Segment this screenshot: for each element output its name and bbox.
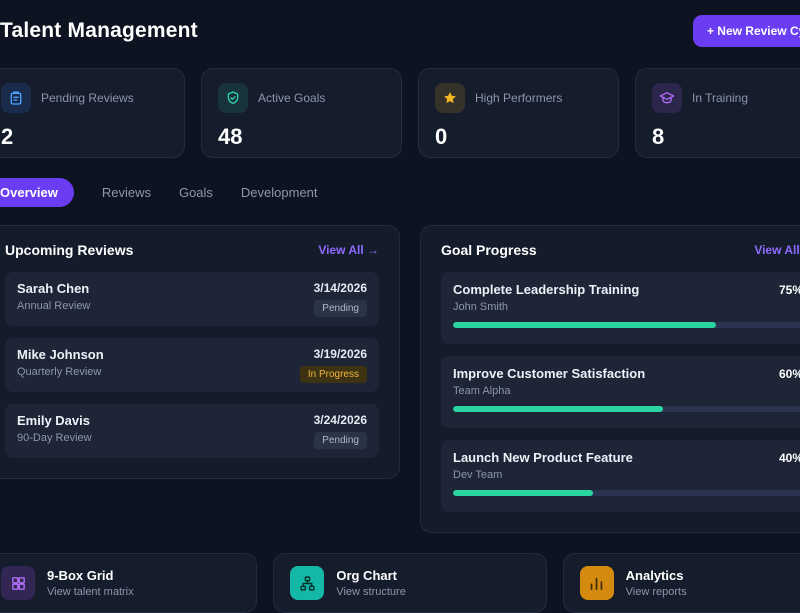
stat-card-active-goals: Active Goals 48 xyxy=(201,68,402,158)
progress-track xyxy=(453,490,800,496)
stat-card-high-performers: High Performers 0 xyxy=(418,68,619,158)
progress-fill xyxy=(453,490,593,496)
quick-action-title: 9-Box Grid xyxy=(47,568,134,583)
graduation-icon xyxy=(652,83,682,113)
review-row[interactable]: Emily Davis 90-Day Review 3/24/2026 Pend… xyxy=(5,404,379,458)
stat-card-pending-reviews: Pending Reviews 2 xyxy=(0,68,185,158)
goal-row[interactable]: Complete Leadership Training 75% John Sm… xyxy=(441,272,800,344)
stat-value: 2 xyxy=(1,124,168,150)
progress-track xyxy=(453,322,800,328)
stats-row: Pending Reviews 2 Active Goals 48 High P… xyxy=(0,68,800,158)
goal-owner: John Smith xyxy=(453,301,800,313)
stat-value: 48 xyxy=(218,124,385,150)
talent-dashboard: Talent Management + New Review Cycle Pen… xyxy=(0,0,800,613)
goal-title: Launch New Product Feature xyxy=(453,450,633,465)
review-name: Mike Johnson xyxy=(17,347,104,362)
org-chart-icon xyxy=(290,566,324,600)
goal-owner: Dev Team xyxy=(453,469,800,481)
upcoming-reviews-panel: Upcoming Reviews View All → Sarah Chen A… xyxy=(0,225,400,479)
grid-icon xyxy=(1,566,35,600)
org-chart-card[interactable]: Org Chart View structure xyxy=(273,553,546,613)
new-review-cycle-button[interactable]: + New Review Cycle xyxy=(693,15,800,47)
nine-box-grid-card[interactable]: 9-Box Grid View talent matrix xyxy=(0,553,257,613)
goal-progress-panel: Goal Progress View All → Complete Leader… xyxy=(420,225,800,533)
stat-label: Active Goals xyxy=(258,91,325,105)
tab-reviews[interactable]: Reviews xyxy=(102,178,151,207)
review-name: Emily Davis xyxy=(17,413,92,428)
star-icon xyxy=(435,83,465,113)
status-badge: Pending xyxy=(314,432,367,449)
review-date: 3/14/2026 xyxy=(314,281,367,295)
clipboard-icon xyxy=(1,83,31,113)
bar-chart-icon xyxy=(580,566,614,600)
tab-overview[interactable]: Overview xyxy=(0,178,74,207)
goal-row[interactable]: Launch New Product Feature 40% Dev Team xyxy=(441,440,800,512)
goal-percent: 40% xyxy=(779,451,800,465)
goal-percent: 60% xyxy=(779,367,800,381)
goal-title: Improve Customer Satisfaction xyxy=(453,366,645,381)
stat-card-in-training: In Training 8 xyxy=(635,68,800,158)
status-badge: Pending xyxy=(314,300,367,317)
top-bar: Talent Management + New Review Cycle xyxy=(0,10,800,52)
quick-action-title: Org Chart xyxy=(336,568,406,583)
status-badge: In Progress xyxy=(300,366,367,383)
quick-action-title: Analytics xyxy=(626,568,687,583)
page-title: Talent Management xyxy=(0,19,198,43)
review-row[interactable]: Mike Johnson Quarterly Review 3/19/2026 … xyxy=(5,338,379,392)
review-type: Quarterly Review xyxy=(17,366,104,378)
goal-row[interactable]: Improve Customer Satisfaction 60% Team A… xyxy=(441,356,800,428)
shield-check-icon xyxy=(218,83,248,113)
quick-action-subtitle: View talent matrix xyxy=(47,586,134,598)
panel-title: Goal Progress xyxy=(441,242,537,258)
goals-view-all-link[interactable]: View All → xyxy=(754,243,800,257)
stat-label: Pending Reviews xyxy=(41,91,134,105)
goal-owner: Team Alpha xyxy=(453,385,800,397)
review-type: 90-Day Review xyxy=(17,432,92,444)
stat-value: 0 xyxy=(435,124,602,150)
stat-value: 8 xyxy=(652,124,800,150)
review-date: 3/19/2026 xyxy=(300,347,367,361)
panel-title: Upcoming Reviews xyxy=(5,242,133,258)
goal-title: Complete Leadership Training xyxy=(453,282,639,297)
review-row[interactable]: Sarah Chen Annual Review 3/14/2026 Pendi… xyxy=(5,272,379,326)
analytics-card[interactable]: Analytics View reports xyxy=(563,553,800,613)
quick-actions-row: 9-Box Grid View talent matrix Org Chart … xyxy=(0,553,800,613)
progress-fill xyxy=(453,322,716,328)
main-panels: Upcoming Reviews View All → Sarah Chen A… xyxy=(0,225,800,533)
progress-fill xyxy=(453,406,663,412)
upcoming-view-all-link[interactable]: View All → xyxy=(318,243,379,257)
quick-action-subtitle: View reports xyxy=(626,586,687,598)
tab-bar: Overview Reviews Goals Development xyxy=(0,178,800,207)
tab-goals[interactable]: Goals xyxy=(179,178,213,207)
progress-track xyxy=(453,406,800,412)
review-type: Annual Review xyxy=(17,300,90,312)
stat-label: In Training xyxy=(692,91,748,105)
goal-percent: 75% xyxy=(779,283,800,297)
stat-label: High Performers xyxy=(475,91,562,105)
quick-action-subtitle: View structure xyxy=(336,586,406,598)
tab-development[interactable]: Development xyxy=(241,178,318,207)
review-date: 3/24/2026 xyxy=(314,413,367,427)
review-name: Sarah Chen xyxy=(17,281,90,296)
